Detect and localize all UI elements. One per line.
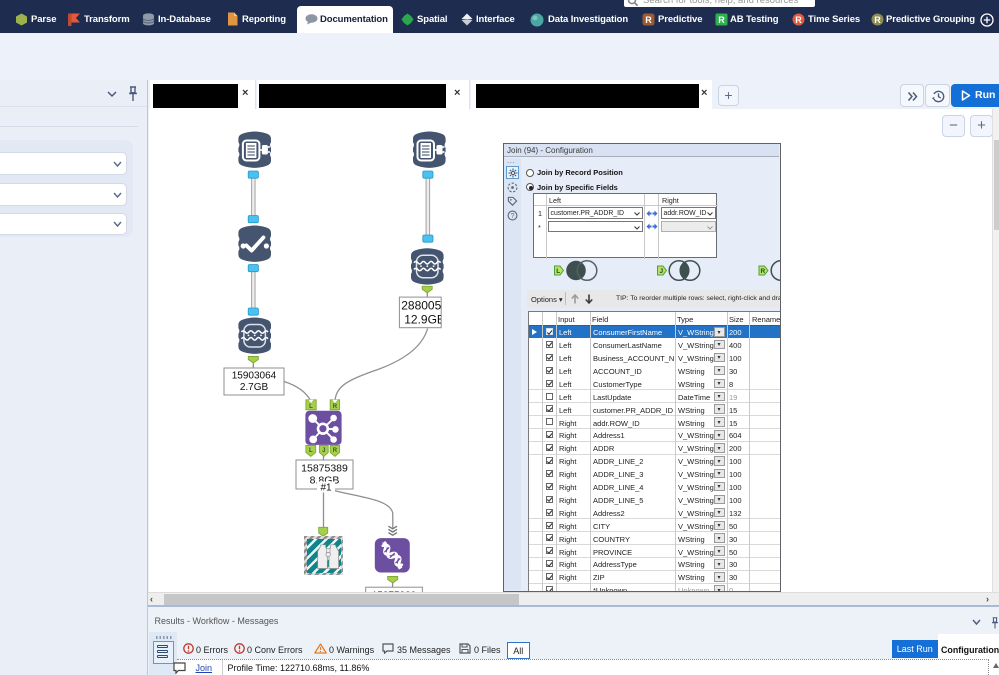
svg-text:R: R — [645, 15, 652, 25]
svg-text:?: ? — [511, 213, 515, 220]
svg-text:#1: #1 — [320, 483, 332, 494]
svg-text:R: R — [795, 15, 802, 25]
svg-text:2.7GB: 2.7GB — [240, 382, 269, 393]
svg-text:12.9GB: 12.9GB — [404, 313, 445, 327]
svg-text:L: L — [309, 448, 313, 454]
svg-text:R: R — [718, 15, 725, 25]
svg-text:15903064: 15903064 — [232, 371, 277, 382]
svg-text:R: R — [874, 15, 881, 25]
svg-text:15875389: 15875389 — [301, 463, 348, 475]
svg-text:L: L — [309, 404, 313, 410]
svg-text:J: J — [322, 448, 325, 454]
svg-text:J: J — [659, 268, 663, 275]
svg-text:L: L — [556, 268, 560, 275]
svg-text:R: R — [333, 448, 338, 454]
svg-text:R: R — [333, 404, 338, 410]
svg-text:R: R — [760, 268, 765, 275]
